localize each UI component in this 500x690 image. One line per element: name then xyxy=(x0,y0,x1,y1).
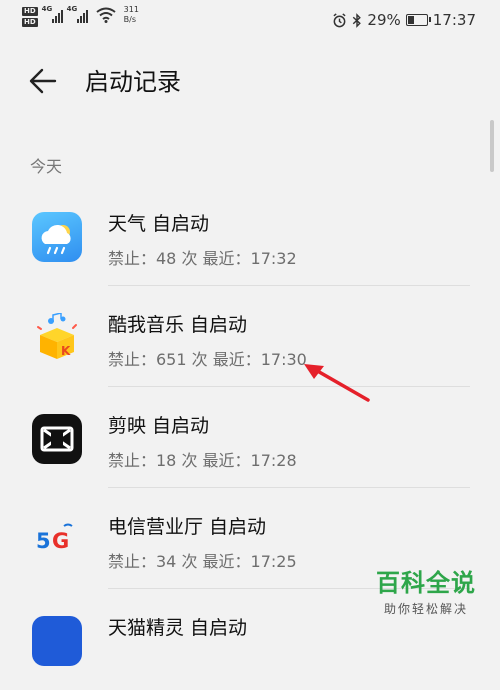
battery-icon xyxy=(405,14,431,26)
bluetooth-icon xyxy=(353,12,362,28)
scrollbar[interactable] xyxy=(490,120,494,172)
app-name: 剪映 自启动 xyxy=(108,415,210,437)
status-bar: HD HD 4G 4G 311 B/s 29% 17:37 xyxy=(0,0,500,40)
back-arrow-icon xyxy=(29,68,57,94)
hd-icon: HD HD xyxy=(22,7,38,27)
capcut-app-icon xyxy=(32,414,82,464)
weather-app-icon xyxy=(32,212,82,262)
alarm-icon xyxy=(333,12,346,27)
wifi-icon xyxy=(96,7,116,23)
app-meta: 禁止：48 次 最近：17:32 xyxy=(108,249,297,268)
watermark-title: 百科全说 xyxy=(376,569,476,597)
net-speed-value: 311 xyxy=(123,5,139,14)
tmall-genie-app-icon xyxy=(32,616,82,666)
svg-text:5: 5 xyxy=(36,529,51,553)
header: 启动记录 xyxy=(0,60,500,104)
battery-percent: 29% xyxy=(367,11,401,29)
app-meta: 禁止：18 次 最近：17:28 xyxy=(108,451,297,470)
app-meta: 禁止：34 次 最近：17:25 xyxy=(108,552,297,571)
signal-icon: 4G xyxy=(67,5,88,23)
list-item[interactable]: 天气 自启动 禁止：48 次 最近：17:32 xyxy=(0,185,500,286)
watermark-logo: 百科全说 助你轻松解决 xyxy=(366,563,486,617)
app-name: 酷我音乐 自启动 xyxy=(108,314,248,336)
clock: 17:37 xyxy=(432,11,476,29)
list-item[interactable]: K 酷我音乐 自启动 禁止：651 次 最近：17:30 xyxy=(0,286,500,387)
kuwo-music-app-icon: K xyxy=(32,313,82,363)
app-name: 天气 自启动 xyxy=(108,213,210,235)
section-label: 今天 xyxy=(30,157,63,176)
status-right: 29% 17:37 xyxy=(332,11,476,29)
app-name: 天猫精灵 自启动 xyxy=(108,617,248,639)
telecom-5g-app-icon: 5 G xyxy=(32,515,82,565)
status-left: HD HD 4G 4G 311 B/s xyxy=(22,5,139,27)
app-meta: 禁止：651 次 最近：17:30 xyxy=(108,350,307,369)
page-title: 启动记录 xyxy=(85,68,181,96)
app-name: 电信营业厅 自启动 xyxy=(108,516,267,538)
svg-text:G: G xyxy=(52,529,69,553)
net-speed: 311 B/s xyxy=(124,5,139,25)
back-button[interactable] xyxy=(28,66,64,96)
svg-text:K: K xyxy=(61,344,71,358)
signal-icon: 4G xyxy=(42,5,63,23)
annotation-arrow-icon xyxy=(304,364,370,402)
watermark-subtitle: 助你轻松解决 xyxy=(383,602,468,616)
list-item[interactable]: 剪映 自启动 禁止：18 次 最近：17:28 xyxy=(0,387,500,488)
net-speed-unit: B/s xyxy=(123,15,137,24)
